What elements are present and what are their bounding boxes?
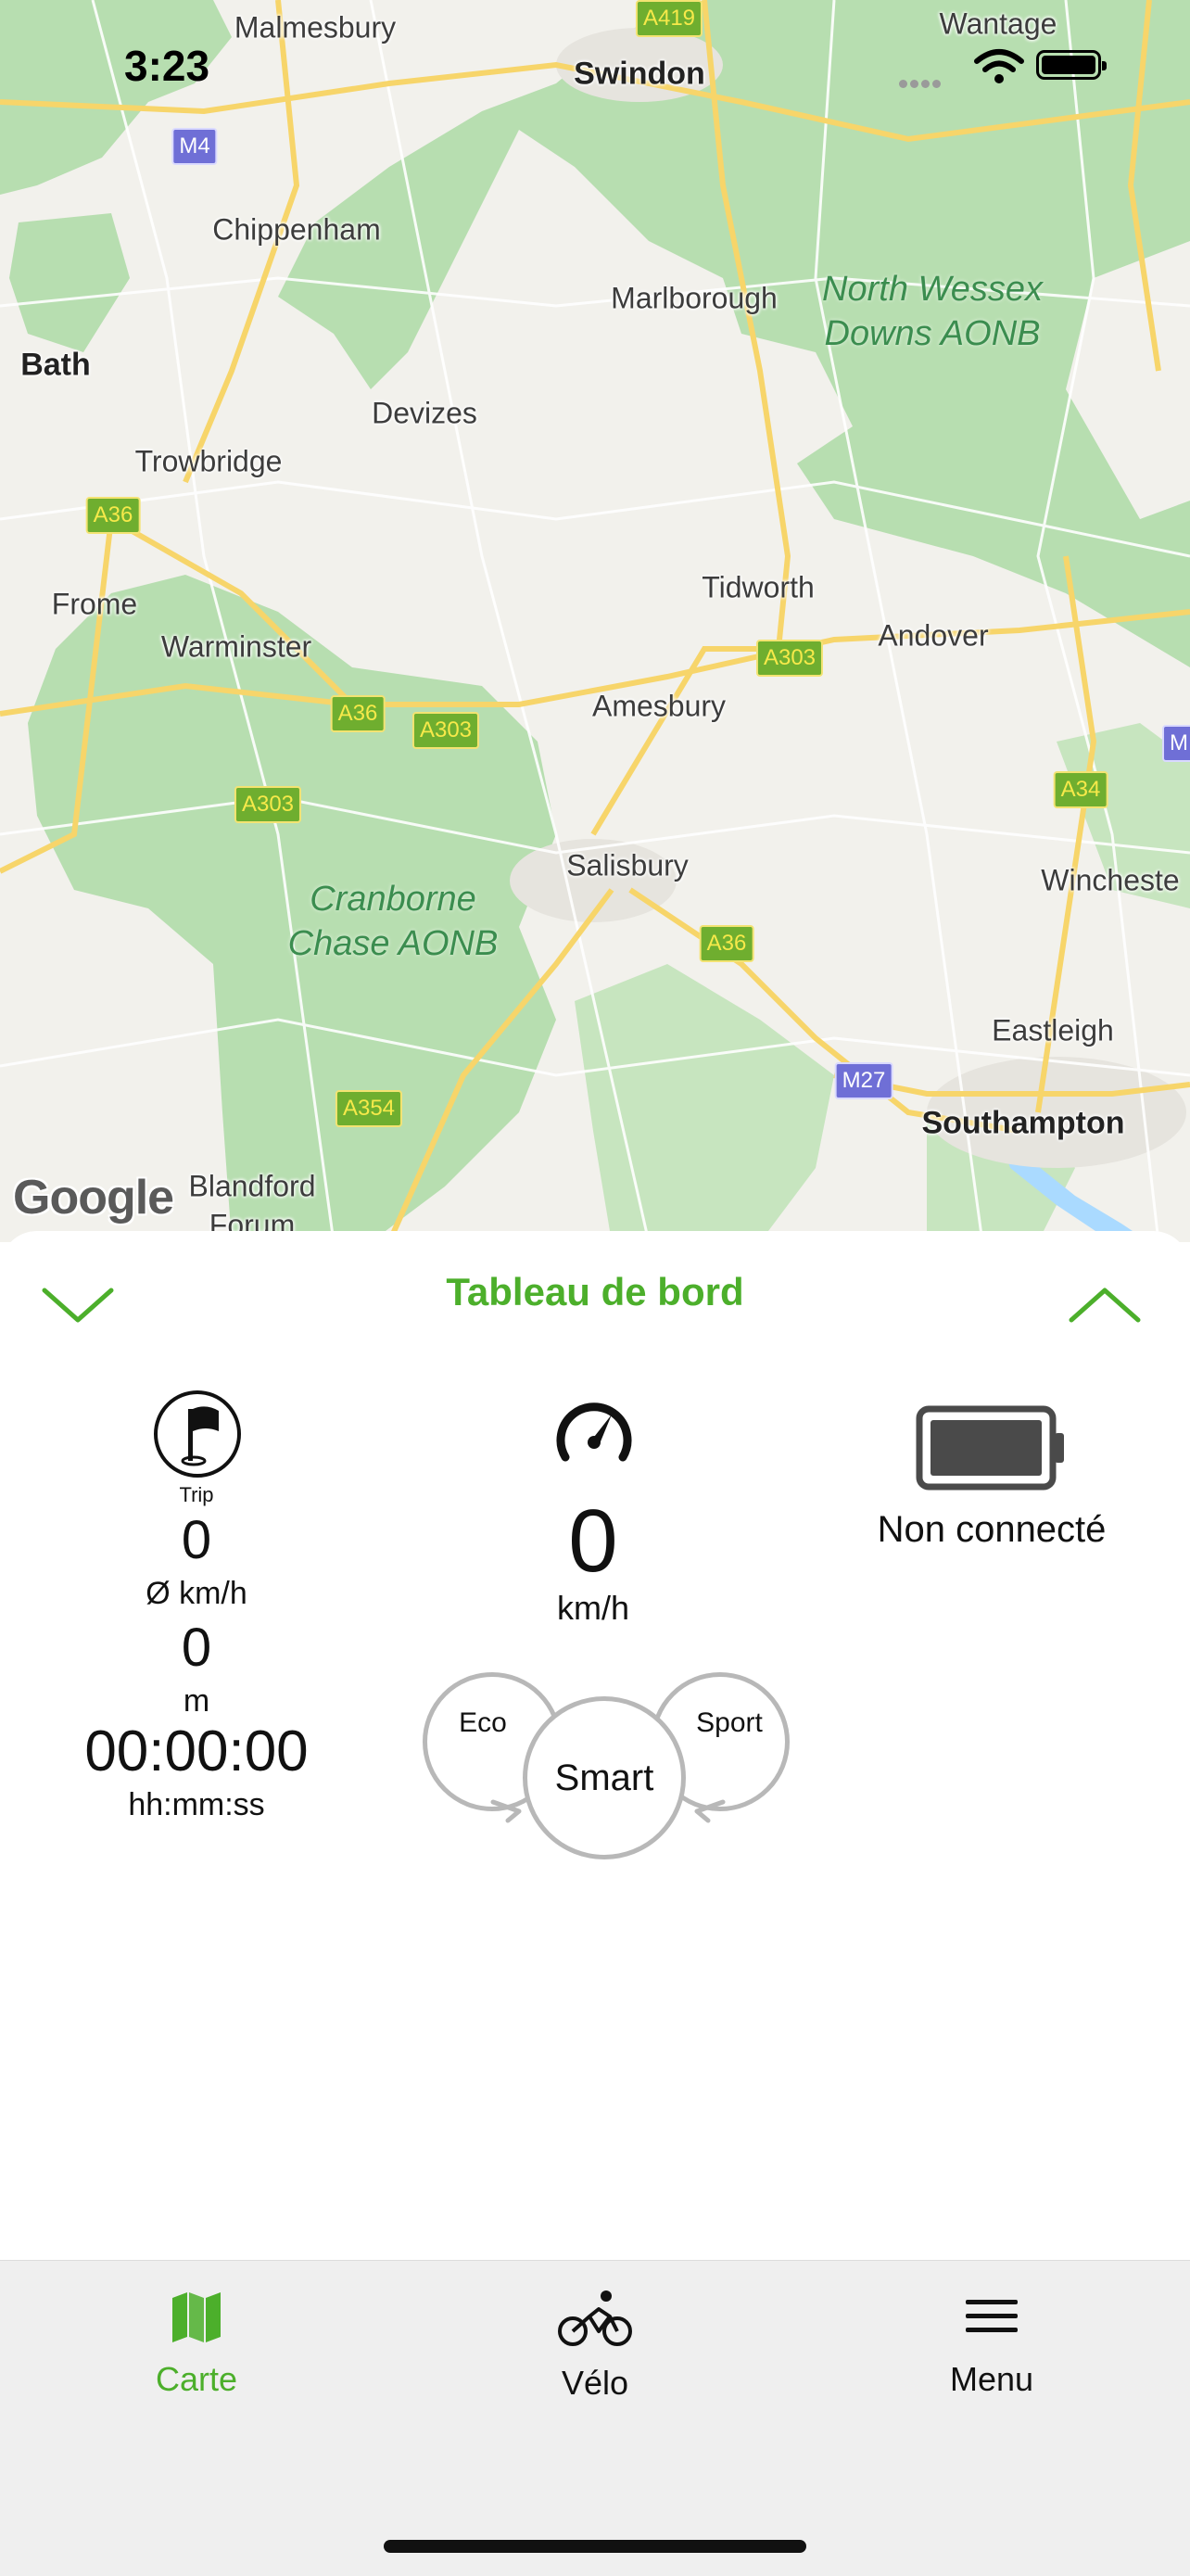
distance-value: 0 — [181, 1618, 212, 1678]
arrow-left-icon — [694, 1799, 726, 1823]
place-label: Blandford — [188, 1169, 316, 1203]
speed-unit: km/h — [556, 1589, 629, 1627]
avg-speed-value: 0 — [181, 1510, 212, 1570]
place-label: Andover — [878, 618, 989, 653]
mode-smart-button[interactable]: Smart — [523, 1696, 686, 1859]
place-label: Trowbridge — [134, 444, 283, 478]
place-label: Tidworth — [702, 570, 815, 604]
road-shield: A303 — [234, 786, 302, 823]
road-shield: A36 — [85, 497, 141, 534]
mode-smart-label: Smart — [554, 1757, 654, 1798]
road-shield: A419 — [635, 0, 703, 37]
bike-icon — [558, 2290, 632, 2346]
place-label: Marlborough — [611, 281, 778, 315]
speed-value: 0 — [568, 1491, 618, 1591]
road-shield: M — [1162, 725, 1190, 762]
place-label: Devizes — [372, 396, 477, 430]
place-label: Bath — [20, 347, 91, 383]
place-label: Chippenham — [212, 212, 381, 247]
speedometer-icon — [556, 1402, 632, 1462]
home-indicator[interactable] — [384, 2540, 806, 2553]
cellular-signal-icon — [899, 76, 943, 93]
status-time: 3:23 — [124, 42, 210, 90]
avg-speed-unit: Ø km/h — [146, 1576, 247, 1611]
place-label: Wantage — [939, 6, 1057, 41]
google-logo: Google — [13, 1171, 174, 1225]
tab-label: Vélo — [561, 2364, 629, 2402]
duration-unit: hh:mm:ss — [128, 1787, 265, 1822]
sheet-title: Tableau de bord — [446, 1270, 744, 1313]
place-label: Salisbury — [566, 848, 689, 882]
mode-sport-label: Sport — [696, 1707, 763, 1738]
road-shield: A36 — [330, 695, 386, 732]
tab-carte[interactable]: Carte — [57, 2289, 335, 2399]
distance-unit: m — [183, 1683, 210, 1719]
dashboard-sheet: Tableau de bord Trip 0 Ø km/h 0 m 00:00:… — [0, 1231, 1190, 2262]
place-label: Malmesbury — [234, 10, 397, 44]
place-label: Amesbury — [591, 689, 727, 723]
trip-label: Trip — [179, 1483, 214, 1506]
place-label: Warminster — [160, 629, 312, 664]
tab-bar: Carte Vélo Menu — [0, 2260, 1190, 2576]
wifi-icon — [974, 49, 1024, 83]
road-shield: A303 — [755, 640, 824, 677]
road-shield: A354 — [335, 1090, 403, 1127]
trip-flag-icon — [154, 1390, 241, 1478]
place-label: Southampton — [921, 1105, 1125, 1141]
area-label-line: Chase AONB — [287, 924, 499, 963]
area-label-north-wessex: North Wessex Downs AONB — [822, 267, 1043, 356]
tab-label: Carte — [155, 2360, 238, 2398]
tab-velo[interactable]: Vélo — [456, 2289, 734, 2403]
place-label: Eastleigh — [992, 1013, 1114, 1047]
area-label-line: Cranborne — [310, 880, 476, 919]
map-view[interactable]: Malmesbury Swindon Wantage Chippenham Ma… — [0, 0, 1190, 1242]
tab-label: Menu — [949, 2360, 1034, 2398]
map-icon — [172, 2292, 221, 2342]
duration-value: 00:00:00 — [84, 1719, 309, 1783]
road-shield: M4 — [171, 128, 218, 165]
mode-eco-label: Eco — [459, 1707, 507, 1738]
hamburger-icon — [966, 2300, 1018, 2332]
bike-battery-icon — [916, 1405, 1064, 1491]
area-label-line: Downs AONB — [824, 314, 1041, 353]
road-shield: M27 — [834, 1062, 893, 1099]
tab-menu[interactable]: Menu — [853, 2289, 1131, 2399]
area-label-cranborne: Cranborne Chase AONB — [288, 877, 499, 966]
arrow-right-icon — [490, 1799, 522, 1823]
expand-chevron-up-icon[interactable] — [1066, 1283, 1144, 1327]
status-battery-icon — [1036, 50, 1107, 80]
road-shield: A303 — [411, 712, 480, 749]
road-shield: A36 — [699, 925, 754, 962]
battery-status: Non connecté — [877, 1509, 1107, 1550]
place-label: Wincheste — [1041, 863, 1180, 897]
area-label-line: North Wessex — [822, 270, 1043, 309]
place-label: Frome — [51, 587, 138, 621]
place-label: Swindon — [574, 56, 705, 92]
map-terrain — [0, 0, 1190, 1242]
road-shield: A34 — [1053, 771, 1108, 808]
